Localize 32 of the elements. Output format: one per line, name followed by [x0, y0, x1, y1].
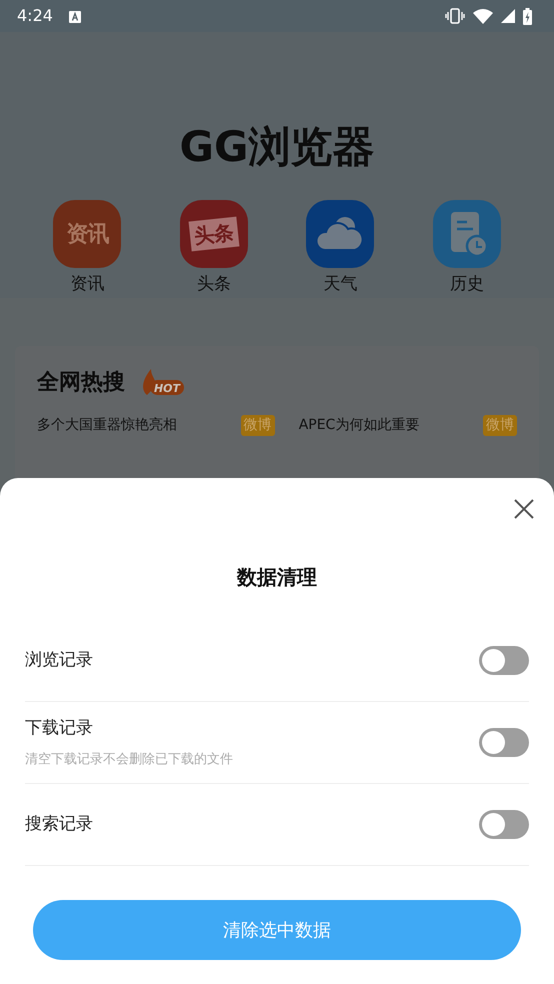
- hot-search-title: 全网热搜: [37, 368, 125, 397]
- wifi-icon: [473, 8, 493, 24]
- toggle-switch[interactable]: [479, 728, 529, 757]
- clear-data-button[interactable]: 清除选中数据: [33, 900, 521, 960]
- option-label: 下载记录: [25, 717, 94, 740]
- vibrate-icon: [445, 8, 465, 24]
- document-clock-icon[interactable]: [432, 200, 501, 268]
- sheet-title: 数据清理: [237, 564, 317, 591]
- shortcut-label: 历史: [450, 273, 484, 296]
- app-title: GG浏览器: [178, 121, 376, 173]
- keyboard-notification-icon: [68, 10, 81, 23]
- cloud-icon[interactable]: [306, 200, 374, 268]
- hot-search-item[interactable]: APEC为何如此重要: [298, 414, 420, 436]
- signal-icon: [501, 9, 515, 23]
- status-time: 4:24: [17, 5, 53, 27]
- source-tag: 微博: [483, 414, 518, 436]
- hot-search-item[interactable]: 多个大国重器惊艳亮相: [37, 414, 177, 436]
- shortcut-label: 头条: [196, 273, 231, 296]
- tile-text: 资讯: [66, 220, 108, 249]
- option-hint: 清空下载记录不会删除已下载的文件: [25, 750, 233, 768]
- option-label: 搜索记录: [25, 812, 93, 836]
- headline-tile[interactable]: 头条: [180, 200, 248, 268]
- source-tag: 微博: [240, 414, 275, 436]
- toggle-switch[interactable]: [479, 646, 529, 675]
- battery-charging-icon: [523, 8, 532, 24]
- shortcut-label: 资讯: [70, 273, 104, 296]
- tile-text: 头条: [188, 216, 240, 252]
- news-tile[interactable]: 资讯: [53, 200, 122, 268]
- shortcut-label: 天气: [323, 273, 358, 296]
- toggle-switch[interactable]: [479, 810, 529, 839]
- option-label: 浏览记录: [25, 648, 93, 672]
- hot-flame-badge: HOT: [141, 367, 185, 398]
